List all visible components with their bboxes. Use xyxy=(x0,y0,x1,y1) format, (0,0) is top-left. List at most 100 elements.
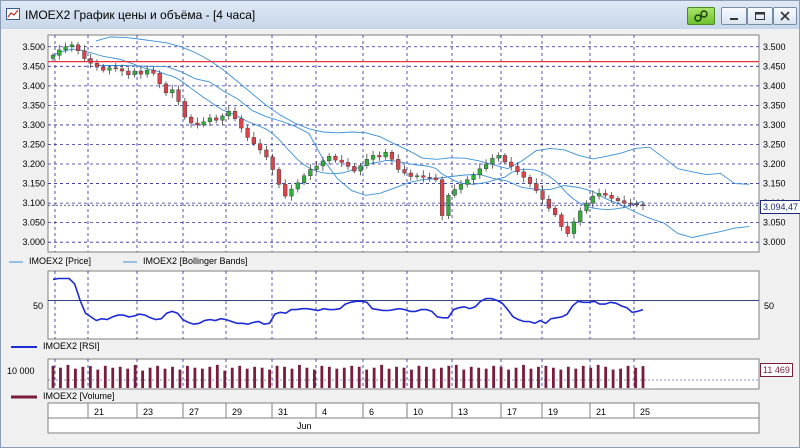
price-y-tick-left: 3.250 xyxy=(22,139,45,149)
candle-down xyxy=(113,67,118,70)
candle-down xyxy=(283,184,288,197)
candle-down xyxy=(88,58,93,64)
candle-down xyxy=(521,171,526,178)
candle-down xyxy=(352,166,357,172)
candle-up xyxy=(201,121,206,126)
candle-down xyxy=(245,127,250,138)
volume-bar xyxy=(410,369,413,388)
candle-down xyxy=(509,161,514,167)
volume-bar xyxy=(514,367,518,388)
volume-bar xyxy=(290,368,294,388)
candle-down xyxy=(421,175,426,178)
price-y-tick-right: 3.400 xyxy=(763,81,786,91)
maximize-button[interactable] xyxy=(747,7,773,25)
date-tick-label: 4 xyxy=(322,407,327,417)
candle-up xyxy=(484,163,489,169)
volume-bar xyxy=(342,367,346,388)
volume-bar xyxy=(126,368,130,388)
candle-down xyxy=(515,166,520,173)
volume-bar xyxy=(544,365,548,388)
candle-up xyxy=(220,115,225,121)
candle-down xyxy=(176,89,181,102)
price-y-tick-left: 3.300 xyxy=(22,120,45,130)
candle-down xyxy=(603,193,608,196)
candle-up xyxy=(383,152,388,158)
volume-bar xyxy=(537,366,540,388)
price-y-tick-right: 3.450 xyxy=(763,61,786,71)
candle-down xyxy=(622,200,627,204)
volume-bar xyxy=(298,364,301,388)
volume-bar xyxy=(230,367,234,388)
volume-bar xyxy=(559,369,563,388)
date-tick-label: 21 xyxy=(94,407,104,417)
volume-bar xyxy=(88,366,92,388)
candle-down xyxy=(615,198,620,201)
link-button[interactable] xyxy=(687,7,715,25)
volume-bar xyxy=(260,367,264,388)
candle-up xyxy=(465,179,470,185)
price-y-tick-left: 3.000 xyxy=(22,237,45,247)
candle-down xyxy=(534,183,539,191)
candle-down xyxy=(157,73,162,85)
volume-bar xyxy=(253,366,257,388)
chart-window: IMOEX2 График цены и объёма - [4 часа] 3… xyxy=(0,0,800,448)
volume-bar xyxy=(96,369,100,388)
volume-bar xyxy=(156,365,159,388)
date-tick-label: 25 xyxy=(640,407,650,417)
candle-down xyxy=(396,159,401,170)
candle-down xyxy=(276,169,282,185)
close-button[interactable] xyxy=(773,7,797,25)
minimize-button[interactable] xyxy=(721,7,747,25)
candle-down xyxy=(377,155,382,158)
volume-bar xyxy=(275,365,279,388)
volume-bar xyxy=(611,369,615,388)
last-volume-badge: 11 469 xyxy=(760,363,793,377)
volume-bar xyxy=(477,367,481,388)
candle-up xyxy=(57,49,62,56)
candle-up xyxy=(308,169,313,176)
chart-app-icon xyxy=(6,8,20,20)
volume-bar xyxy=(59,367,62,388)
candle-down xyxy=(189,116,194,124)
volume-bar xyxy=(454,364,458,388)
volume-bar xyxy=(365,369,369,388)
price-y-tick-right: 3.200 xyxy=(763,159,786,169)
volume-bar xyxy=(395,366,398,388)
volume-bar xyxy=(74,368,77,388)
volume-bar xyxy=(66,364,70,388)
candle-down xyxy=(433,177,438,180)
price-y-tick-left: 3.150 xyxy=(22,179,45,189)
legend-rsi: IMOEX2 [RSI] xyxy=(43,341,100,351)
candle-up xyxy=(295,182,300,190)
volume-bar xyxy=(178,369,182,388)
date-tick-label: 29 xyxy=(232,407,242,417)
volume-bar xyxy=(283,366,286,388)
volume-bar xyxy=(499,366,503,388)
candle-up xyxy=(320,160,325,167)
date-tick-label: 13 xyxy=(458,407,468,417)
volume-bar xyxy=(402,367,406,388)
candle-up xyxy=(301,175,307,183)
candle-down xyxy=(82,50,87,59)
volume-bar xyxy=(186,365,189,388)
close-icon xyxy=(780,11,790,21)
volume-bar xyxy=(215,364,219,388)
volume-bar xyxy=(111,367,115,388)
candle-up xyxy=(578,210,583,223)
chart-panes: 3.500 3.500 3.450 3.450 3.400 3.400 3.350 3.350… xyxy=(9,34,786,434)
candle-up xyxy=(452,189,457,196)
candle-up xyxy=(371,155,376,160)
candle-down xyxy=(634,203,639,206)
candle-up xyxy=(289,188,294,197)
candle-up xyxy=(69,44,74,47)
candle-down xyxy=(163,83,169,94)
candle-up xyxy=(207,117,212,123)
date-axis: 21 23 27 29 31 4 6 10 13 17 19 21 25 xyxy=(47,402,760,434)
volume-bar xyxy=(484,368,488,388)
legend-price: IMOEX2 [Price] xyxy=(29,256,92,266)
candle-down xyxy=(151,70,156,74)
volume-bar xyxy=(312,369,316,388)
volume-y-tick-left: 10 000 xyxy=(7,366,35,376)
volume-bar xyxy=(193,367,197,388)
candle-up xyxy=(145,70,150,75)
